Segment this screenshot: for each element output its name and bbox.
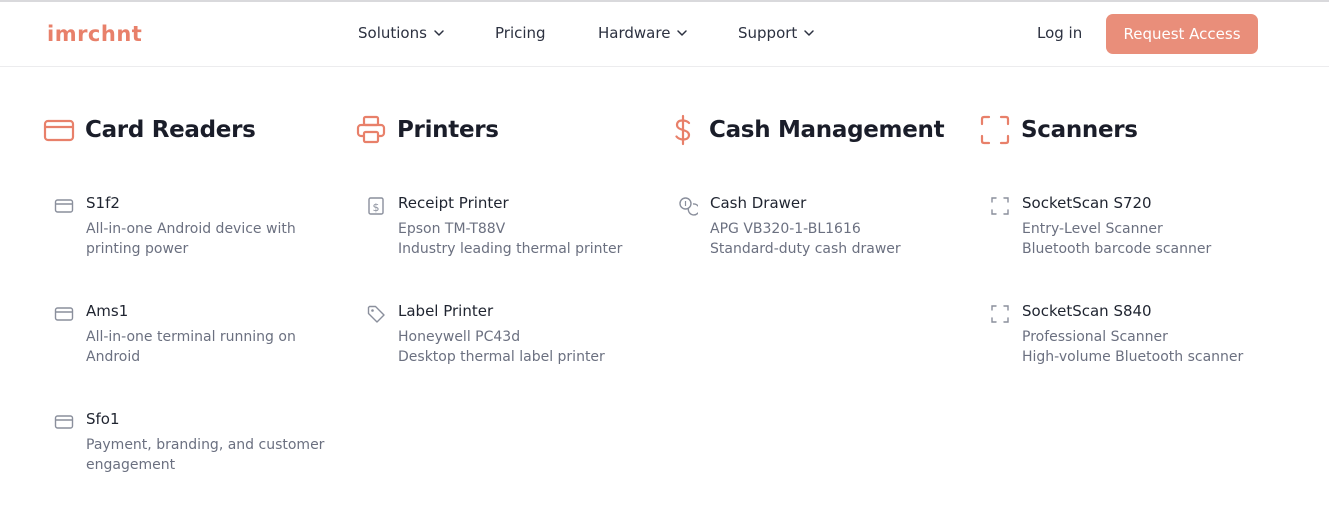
printer-icon xyxy=(355,114,387,146)
column-header: Printers xyxy=(355,112,655,148)
item-name: Label Printer xyxy=(398,302,494,320)
item-model: Honeywell PC43d xyxy=(398,329,521,345)
credit-card-icon xyxy=(54,196,74,216)
item-name: S1f2 xyxy=(86,194,120,212)
credit-card-icon xyxy=(43,114,75,146)
chevron-down-icon xyxy=(434,30,444,36)
column-title: Card Readers xyxy=(85,117,256,143)
nav-hardware[interactable]: Hardware xyxy=(598,24,688,42)
top-navigation-bar: imrchnt Solutions Pricing Hardware Suppo… xyxy=(0,2,1329,67)
nav-pricing-label: Pricing xyxy=(495,24,546,42)
column-card-readers: Card Readers xyxy=(43,112,343,148)
item-description: Entry-Level Scanner Bluetooth barcode sc… xyxy=(1022,219,1262,259)
item-description: Professional Scanner High-volume Bluetoo… xyxy=(1022,327,1262,367)
scan-icon xyxy=(979,114,1011,146)
item-description: All-in-one Android device with printing … xyxy=(86,221,296,257)
brand-logo[interactable]: imrchnt xyxy=(47,22,142,46)
column-scanners: Scanners xyxy=(979,112,1279,148)
column-cash-management: Cash Management xyxy=(667,112,967,148)
item-model: APG VB320-1-BL1616 xyxy=(710,221,861,237)
item-name: Receipt Printer xyxy=(398,194,509,212)
column-title: Scanners xyxy=(1021,117,1138,143)
item-name: Sfo1 xyxy=(86,410,120,428)
item-summary: Bluetooth barcode scanner xyxy=(1022,241,1212,257)
item-model: Entry-Level Scanner xyxy=(1022,221,1163,237)
request-access-button[interactable]: Request Access xyxy=(1106,14,1258,54)
item-model: Epson TM-T88V xyxy=(398,221,506,237)
item-description: Honeywell PC43d Desktop thermal label pr… xyxy=(398,327,638,367)
column-header: Scanners xyxy=(979,112,1279,148)
column-title: Printers xyxy=(397,117,499,143)
column-header: Cash Management xyxy=(667,112,967,148)
column-printers: Printers xyxy=(355,112,655,148)
item-description: All-in-one terminal running on Android xyxy=(86,329,296,365)
nav-hardware-label: Hardware xyxy=(598,24,671,42)
column-header: Card Readers xyxy=(43,112,343,148)
receipt-icon: $ xyxy=(366,196,386,216)
coins-icon xyxy=(678,196,698,216)
svg-text:$: $ xyxy=(373,201,380,214)
item-model: Professional Scanner xyxy=(1022,329,1168,345)
item-name: Ams1 xyxy=(86,302,129,320)
item-summary: Desktop thermal label printer xyxy=(398,349,605,365)
tag-icon xyxy=(366,304,386,324)
item-summary: High-volume Bluetooth scanner xyxy=(1022,349,1244,365)
login-link[interactable]: Log in xyxy=(1037,24,1082,42)
item-description: Epson TM-T88V Industry leading thermal p… xyxy=(398,219,638,259)
dollar-icon xyxy=(667,114,699,146)
scan-icon xyxy=(990,304,1010,324)
item-name: SocketScan S720 xyxy=(1022,194,1152,212)
nav-solutions-label: Solutions xyxy=(358,24,427,42)
nav-support-label: Support xyxy=(738,24,798,42)
column-title: Cash Management xyxy=(709,117,945,143)
item-description: Payment, branding, and customer engageme… xyxy=(86,437,325,473)
nav-pricing[interactable]: Pricing xyxy=(495,24,546,42)
credit-card-icon xyxy=(54,412,74,432)
item-description: APG VB320-1-BL1616 Standard-duty cash dr… xyxy=(710,219,950,259)
item-name: Cash Drawer xyxy=(710,194,807,212)
item-name: SocketScan S840 xyxy=(1022,302,1152,320)
nav-solutions[interactable]: Solutions xyxy=(358,24,445,42)
chevron-down-icon xyxy=(804,30,815,36)
nav-support[interactable]: Support xyxy=(738,24,815,42)
scan-icon xyxy=(990,196,1010,216)
credit-card-icon xyxy=(54,304,74,324)
chevron-down-icon xyxy=(677,30,688,36)
item-summary: Standard-duty cash drawer xyxy=(710,241,901,257)
item-summary: Industry leading thermal printer xyxy=(398,241,623,257)
